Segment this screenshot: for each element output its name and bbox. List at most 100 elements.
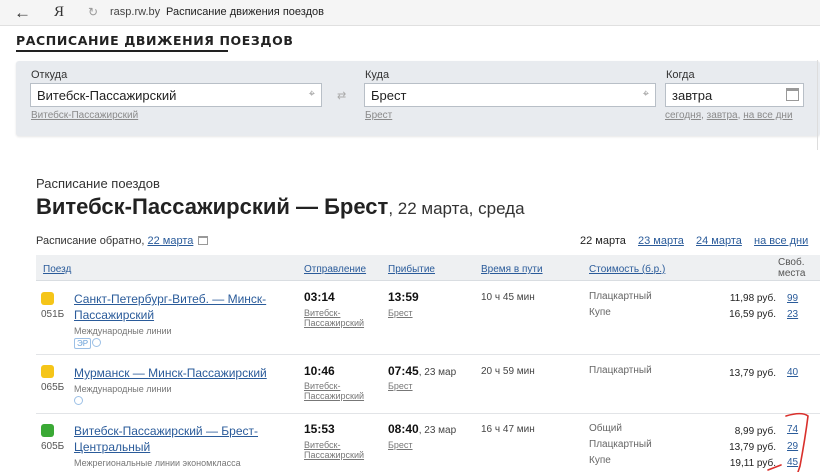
car-class: Купе [589,455,611,466]
calendar-icon[interactable] [786,88,799,101]
departure-station-line2[interactable]: Пассажирский [304,450,364,461]
train-category: Международные линии [74,326,172,336]
table-header: Поезд Отправление Прибытие Время в пути … [36,255,820,281]
travel-time: 16 ч 47 мин [481,424,535,435]
from-input[interactable]: Витебск-Пассажирский ⌖ [30,83,322,107]
price: 16,59 руб. [729,309,776,320]
train-type-icon [41,424,54,437]
return-date-link[interactable]: 22 марта [147,235,193,247]
train-number: 605Б [41,441,65,452]
reload-icon[interactable]: ↻ [88,5,98,19]
date-input-value: завтра [672,88,713,103]
free-seats-link[interactable]: 40 [787,367,798,378]
return-schedule: Расписание обратно, 22 марта [36,235,209,247]
train-number: 065Б [41,382,65,393]
calendar-icon[interactable] [198,236,209,245]
to-label: Куда [365,69,390,81]
free-seats-link[interactable]: 23 [787,309,798,320]
price: 8,99 руб. [734,426,776,437]
train-type-icon [41,365,54,378]
travel-time: 20 ч 59 мин [481,366,535,377]
col-train[interactable]: Поезд [43,264,71,275]
yandex-logo[interactable]: Я [54,4,64,21]
travel-time: 10 ч 45 мин [481,292,535,303]
departure-time: 15:53 [304,422,335,436]
schedule-subtitle: Расписание поездов [36,176,160,191]
route-date: , 22 марта, среда [388,199,525,218]
free-seats-link[interactable]: 45 [787,457,798,468]
car-class: Плацкартный [589,291,652,302]
back-arrow-icon[interactable]: ← [14,3,31,23]
title-underline [16,50,228,52]
date-nav-all[interactable]: на все дни [754,235,808,247]
col-seats-1: Своб. [778,257,805,268]
arrival-time: 08:40, 23 мар [388,422,457,436]
train-type-icon [41,292,54,305]
car-class: Плацкартный [589,439,652,450]
hint-all-days[interactable]: на все дни [743,110,792,121]
address-bar-url[interactable]: rasp.rw.by [110,6,160,18]
car-class: Купе [589,307,611,318]
clock-icon [92,338,101,347]
arrival-time: 13:59 [388,290,419,304]
free-seats-link[interactable]: 99 [787,293,798,304]
when-label: Когда [666,69,695,81]
train-category: Межрегиональные линии экономкласса [74,458,241,468]
col-seats-2: места [778,268,806,279]
departure-time: 10:46 [304,364,335,378]
price: 13,79 руб. [729,442,776,453]
hint-today[interactable]: сегодня [665,110,701,121]
date-hints: сегодня, завтра, на все дни [665,110,793,121]
train-name[interactable]: Санкт-Петербург-Витеб. — Минск- [74,291,266,307]
date-nav-next2[interactable]: 24 марта [696,235,742,247]
departure-time: 03:14 [304,290,335,304]
col-price[interactable]: Стоимость (б.р.) [589,264,665,275]
departure-station-line2[interactable]: Пассажирский [304,318,364,329]
arrival-station[interactable]: Брест [388,440,413,451]
col-duration[interactable]: Время в пути [481,264,543,275]
train-category: Международные линии [74,384,172,394]
arrival-time: 07:45, 23 мар [388,364,457,378]
from-hint[interactable]: Витебск-Пассажирский [31,110,138,121]
free-seats-link[interactable]: 74 [787,424,798,435]
train-name[interactable]: Мурманск — Минск-Пассажирский [74,365,267,381]
train-name[interactable]: Витебск-Пассажирский — Брест- [74,423,258,439]
hint-tomorrow[interactable]: завтра [707,110,738,121]
col-departure[interactable]: Отправление [304,264,366,275]
price: 13,79 руб. [729,368,776,379]
free-seats-link[interactable]: 29 [787,441,798,452]
to-hint[interactable]: Брест [365,110,392,121]
page-tab-title: Расписание движения поездов [166,6,324,18]
return-label: Расписание обратно, [36,235,145,247]
to-input[interactable]: Брест ⌖ [364,83,656,107]
browser-toolbar: ← Я ↻ rasp.rw.by Расписание движения пое… [0,0,820,26]
to-input-value: Брест [371,88,407,103]
car-class: Плацкартный [589,365,652,376]
clock-icon [74,396,83,405]
arrival-station[interactable]: Брест [388,381,413,392]
from-input-value: Витебск-Пассажирский [37,88,177,103]
table-row[interactable]: 051Б Санкт-Петербург-Витеб. — Минск- Пас… [36,282,820,355]
date-nav-next[interactable]: 23 марта [638,235,684,247]
date-nav-current: 22 марта [580,235,626,247]
e-registration-badge: ЭР [74,338,92,349]
date-input[interactable]: завтра [665,83,804,107]
departure-station-line2[interactable]: Пассажирский [304,391,364,402]
col-arrival[interactable]: Прибытие [388,264,435,275]
swap-direction-icon[interactable]: ⇄ [337,89,346,102]
from-label: Откуда [31,69,68,81]
location-pin-icon[interactable]: ⌖ [643,88,649,101]
route-title: Витебск-Пассажирский — Брест [36,194,389,219]
price: 11,98 руб. [729,293,776,304]
price: 19,11 руб. [729,458,776,469]
location-pin-icon[interactable]: ⌖ [309,88,315,101]
train-name-line2[interactable]: Центральный [74,439,150,455]
arrival-station[interactable]: Брест [388,308,413,319]
train-number: 051Б [41,309,65,320]
car-class: Общий [589,423,622,434]
table-row[interactable]: 605Б Витебск-Пассажирский — Брест- Центр… [36,414,820,472]
schedule-title: Витебск-Пассажирский — Брест, 22 марта, … [36,194,525,220]
train-name-line2[interactable]: Пассажирский [74,307,154,323]
table-row[interactable]: 065Б Мурманск — Минск-Пассажирский Между… [36,355,820,414]
site-title[interactable]: РАСПИСАНИЕ ДВИЖЕНИЯ ПОЕЗДОВ [16,33,293,48]
